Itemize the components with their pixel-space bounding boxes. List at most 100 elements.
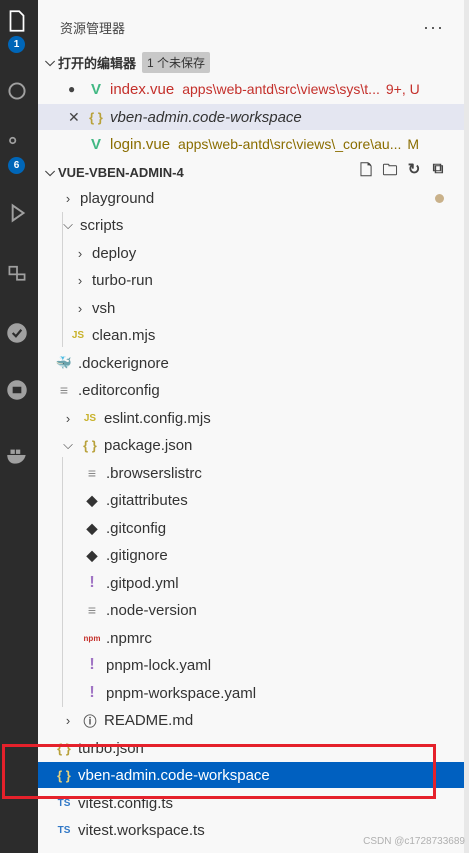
tree-file[interactable]: › ⓘ README.md bbox=[38, 707, 464, 733]
open-editor-item[interactable]: ✕ { } vben-admin.code-workspace bbox=[38, 104, 464, 130]
js-file-icon: JS bbox=[83, 412, 97, 424]
yaml-icon: ! bbox=[89, 684, 95, 701]
tree-item-label: .gitattributes bbox=[106, 491, 188, 509]
chevron-down-icon: ⌵ bbox=[45, 54, 55, 69]
chevron-right-icon: › bbox=[65, 712, 71, 728]
open-editor-name: login.vue bbox=[110, 135, 171, 153]
tree-file[interactable]: ◆ .gitconfig bbox=[38, 515, 464, 541]
chevron-right-icon: › bbox=[77, 245, 83, 261]
modified-dot-icon bbox=[435, 193, 444, 203]
tree-file[interactable]: ! pnpm-lock.yaml bbox=[38, 652, 464, 678]
ts-file-icon: TS bbox=[57, 824, 71, 836]
tree-item-label: .gitpod.yml bbox=[106, 574, 179, 592]
files-icon[interactable] bbox=[2, 6, 32, 36]
tree-file[interactable]: ! .gitpod.yml bbox=[38, 570, 464, 596]
config-file-icon: ≡ bbox=[87, 602, 97, 618]
tree-file[interactable]: ⌵ { } package.json bbox=[38, 432, 464, 458]
search-icon[interactable] bbox=[2, 76, 32, 106]
tree-folder[interactable]: › deploy bbox=[38, 240, 464, 266]
tree-item-label: .node-version bbox=[106, 601, 197, 619]
chevron-down-icon: ⌵ bbox=[63, 437, 73, 452]
tree-item-label: scripts bbox=[80, 216, 124, 234]
testing-icon[interactable] bbox=[2, 318, 32, 348]
open-editors-label: 打开的编辑器 bbox=[58, 55, 137, 71]
tree-folder[interactable]: › playground bbox=[38, 185, 464, 211]
open-editor-status: 9+, U bbox=[385, 81, 420, 97]
chevron-right-icon: › bbox=[65, 190, 71, 206]
tree-item-label: clean.mjs bbox=[92, 326, 156, 344]
chevron-down-icon: ⌵ bbox=[45, 164, 55, 179]
explorer-title: 资源管理器 bbox=[60, 20, 126, 36]
info-icon: ⓘ bbox=[83, 713, 97, 729]
ts-file-icon: TS bbox=[57, 797, 71, 809]
chevron-right-icon: › bbox=[65, 410, 71, 426]
tree-item-label: .gitconfig bbox=[106, 519, 167, 537]
tree-item-label: .browserslistrc bbox=[106, 464, 202, 482]
tree-folder[interactable]: ⌵ scripts bbox=[38, 212, 464, 238]
tree-file[interactable]: ◆ .gitignore bbox=[38, 542, 464, 568]
explorer-title-bar: 资源管理器 ··· bbox=[38, 12, 464, 42]
json-icon: { } bbox=[89, 109, 103, 125]
new-folder-icon[interactable]: 🗀 bbox=[378, 160, 402, 185]
more-actions-icon[interactable]: ··· bbox=[423, 17, 444, 38]
tree-item-label: pnpm-workspace.yaml bbox=[106, 684, 257, 702]
files-badge: 1 bbox=[8, 36, 25, 53]
git-icon: ◆ bbox=[86, 491, 98, 508]
dirty-dot-icon[interactable]: ● bbox=[68, 82, 86, 96]
activity-bar: 1 6 bbox=[0, 0, 38, 853]
tree-item-label: vsh bbox=[92, 299, 116, 317]
scrollbar[interactable] bbox=[464, 0, 469, 853]
extensions-icon[interactable] bbox=[2, 255, 32, 285]
open-editor-path: apps\web-antd\src\views\_core\au... bbox=[178, 136, 402, 152]
tree-file[interactable]: ◆ .gitattributes bbox=[38, 487, 464, 513]
yaml-icon: ! bbox=[89, 656, 95, 673]
open-editor-item[interactable]: V login.vue apps\web-antd\src\views\_cor… bbox=[38, 131, 464, 157]
config-file-icon: ≡ bbox=[59, 382, 69, 398]
remote-icon[interactable] bbox=[2, 375, 32, 405]
tree-item-label: vitest.workspace.ts bbox=[78, 821, 205, 839]
tree-item-label: eslint.config.mjs bbox=[104, 409, 211, 427]
tree-folder[interactable]: › vsh bbox=[38, 295, 464, 321]
collapse-all-icon[interactable]: ⧉ bbox=[426, 160, 450, 185]
refresh-icon[interactable]: ↻ bbox=[402, 160, 426, 185]
npm-icon: npm bbox=[83, 633, 101, 643]
js-file-icon: JS bbox=[71, 329, 85, 341]
tree-item-label: deploy bbox=[92, 244, 137, 262]
vue-icon: V bbox=[90, 135, 101, 153]
annotation-highlight-box bbox=[2, 744, 436, 799]
tree-item-label: package.json bbox=[104, 436, 193, 454]
tree-file[interactable]: ≡ .node-version bbox=[38, 597, 464, 623]
tree-file[interactable]: › JS eslint.config.mjs bbox=[38, 405, 464, 431]
tree-file[interactable]: 🐳 .dockerignore bbox=[38, 350, 464, 376]
folder-header[interactable]: ⌵ VUE-VBEN-ADMIN-4 🗋 🗀 ↻ ⧉ bbox=[38, 159, 464, 185]
docker-icon[interactable] bbox=[2, 440, 32, 470]
tree-file[interactable]: JS clean.mjs bbox=[38, 322, 464, 348]
tree-item-label: README.md bbox=[104, 711, 194, 729]
run-debug-icon[interactable] bbox=[2, 198, 32, 228]
chevron-right-icon: › bbox=[77, 300, 83, 316]
new-file-icon[interactable]: 🗋 bbox=[354, 160, 378, 185]
explorer-sidebar: 资源管理器 ··· ⌵ 打开的编辑器 1 个未保存 ● V index.vue … bbox=[38, 0, 464, 853]
json-icon: { } bbox=[83, 437, 97, 453]
tree-file[interactable]: ≡ .browserslistrc bbox=[38, 460, 464, 486]
folder-label: VUE-VBEN-ADMIN-4 bbox=[58, 164, 184, 180]
open-editor-status: M bbox=[407, 136, 420, 152]
tree-folder[interactable]: › turbo-run bbox=[38, 267, 464, 293]
tree-file[interactable]: npm .npmrc bbox=[38, 625, 464, 651]
tree-item-label: turbo-run bbox=[92, 271, 153, 289]
tree-item-label: .npmrc bbox=[106, 629, 152, 647]
open-editor-item[interactable]: ● V index.vue apps\web-antd\src\views\sy… bbox=[38, 76, 464, 102]
open-editor-path: apps\web-antd\src\views\sys\t... bbox=[182, 81, 380, 97]
tree-file[interactable]: ≡ .editorconfig bbox=[38, 377, 464, 403]
tree-file[interactable]: ! pnpm-workspace.yaml bbox=[38, 680, 464, 706]
close-icon[interactable]: ✕ bbox=[68, 109, 86, 126]
tree-item-label: .editorconfig bbox=[78, 381, 160, 399]
tree-item-label: .gitignore bbox=[106, 546, 168, 564]
open-editors-header[interactable]: ⌵ 打开的编辑器 1 个未保存 bbox=[38, 49, 464, 75]
docker-icon: 🐳 bbox=[55, 355, 73, 370]
tree-item-label: .dockerignore bbox=[78, 354, 169, 372]
watermark: CSDN @c1728733689 bbox=[363, 836, 465, 847]
tree-item-label: playground bbox=[80, 189, 155, 207]
vue-icon: V bbox=[90, 80, 101, 98]
yaml-icon: ! bbox=[89, 574, 95, 591]
